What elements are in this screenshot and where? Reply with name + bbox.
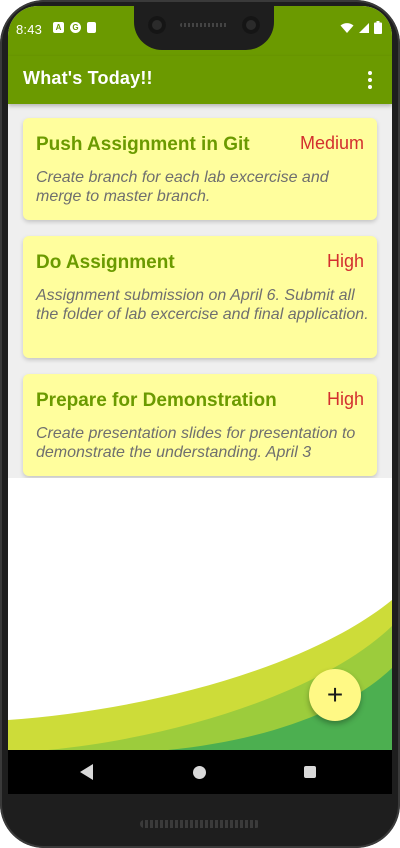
front-camera-icon xyxy=(148,16,166,34)
task-description: Assignment submission on April 6. Submit… xyxy=(36,287,369,323)
signal-icon xyxy=(359,22,369,33)
status-time: 8:43 xyxy=(16,22,43,37)
navigation-bar xyxy=(8,750,392,794)
task-priority: High xyxy=(326,389,364,409)
more-vert-icon[interactable] xyxy=(358,68,382,92)
task-title: Push Assignment in Git xyxy=(36,134,250,155)
task-card-1[interactable]: Push Assignment in Git Medium Create bra… xyxy=(23,118,377,220)
g-notification-icon: G xyxy=(70,22,81,33)
app-title: What's Today!! xyxy=(23,68,153,88)
screen: 8:43 A G What's Today!! Push Assignment … xyxy=(8,6,392,794)
battery-icon xyxy=(374,21,382,34)
home-icon[interactable] xyxy=(193,766,206,779)
task-description: Create branch for each lab excercise and… xyxy=(36,169,329,205)
system-status-icons xyxy=(340,21,382,34)
add-task-button[interactable]: + xyxy=(309,669,361,721)
menu-dot xyxy=(368,78,372,82)
phone-frame: 8:43 A G What's Today!! Push Assignment … xyxy=(0,0,400,848)
menu-dot xyxy=(368,71,372,75)
sd-card-icon xyxy=(87,22,96,33)
recents-icon[interactable] xyxy=(304,766,316,778)
front-sensor-icon xyxy=(242,16,260,34)
task-title: Prepare for Demonstration xyxy=(36,390,277,411)
back-icon[interactable] xyxy=(80,764,93,780)
app-bar: What's Today!! xyxy=(8,56,392,104)
task-priority: Medium xyxy=(299,133,364,153)
task-description: Create presentation slides for presentat… xyxy=(36,425,356,461)
notification-icons: A G xyxy=(53,22,96,33)
task-card-2[interactable]: Do Assignment High Assignment submission… xyxy=(23,236,377,358)
camera-notch xyxy=(134,6,274,50)
task-card-3[interactable]: Prepare for Demonstration High Create pr… xyxy=(23,374,377,476)
task-list: Push Assignment in Git Medium Create bra… xyxy=(8,104,392,478)
add-icon: + xyxy=(326,679,344,710)
bottom-speaker-grille xyxy=(140,820,260,828)
task-title: Do Assignment xyxy=(36,252,175,273)
wifi-icon xyxy=(340,22,354,33)
menu-dot xyxy=(368,85,372,89)
task-priority: High xyxy=(326,251,364,271)
earpiece-speaker xyxy=(180,23,228,27)
a-notification-icon: A xyxy=(53,22,64,33)
